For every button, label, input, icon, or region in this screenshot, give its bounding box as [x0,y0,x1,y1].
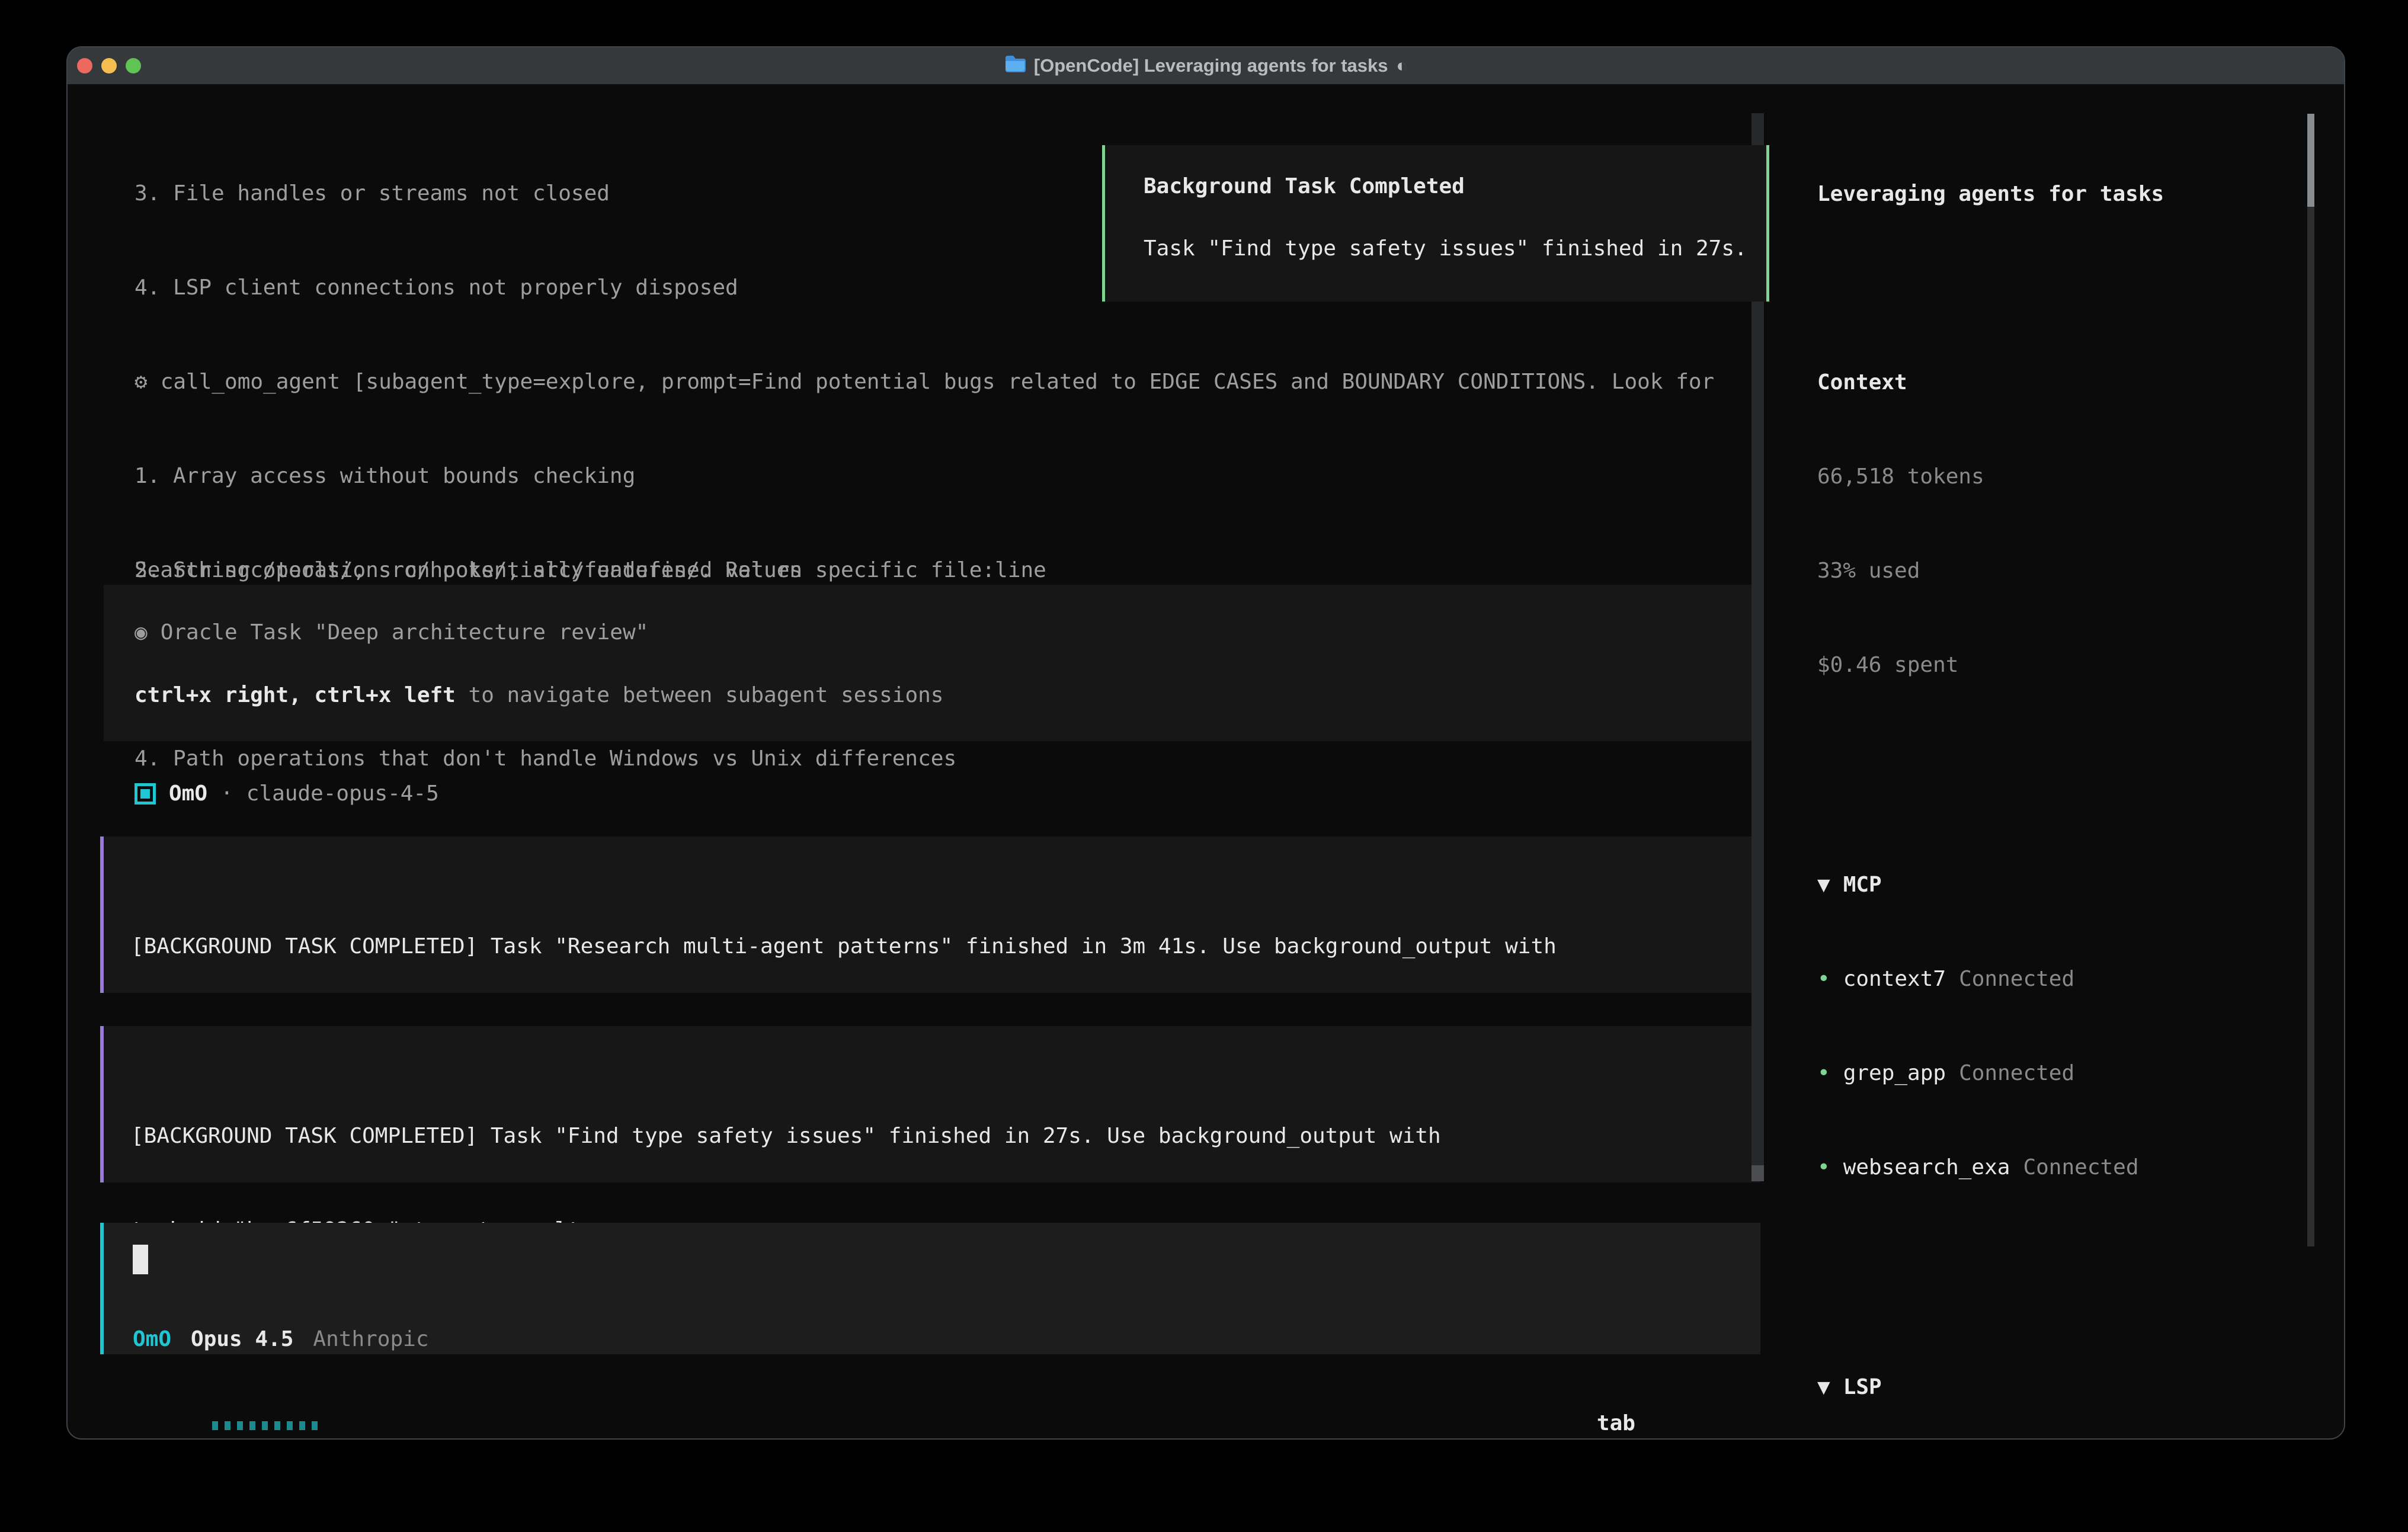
agent-header: OmO · claude-opus-4-5 [135,778,439,809]
agent-name: OmO [169,778,207,809]
context-heading: Context [1817,370,1907,395]
oracle-task-box: ◉Oracle Task "Deep architecture review" … [104,585,1760,741]
separator-dot: · [220,778,233,809]
task-message-line: [BACKGROUND TASK COMPLETED] Task "Resear… [131,931,1557,962]
sidebar-scrollbar-thumb[interactable] [2307,114,2314,207]
title-bar: [OpenCode] Leveraging agents for tasks ◐ [68,47,2344,85]
mcp-item: •websearch_exaConnected [1817,1152,2292,1183]
context-used: 33% used [1817,559,1920,583]
gear-icon: ⚙ [135,370,148,394]
lsp-section-header[interactable]: ▼LSP [1817,1371,2292,1403]
chat-area: 3. File handles or streams not closed 4.… [68,85,1785,1437]
close-button[interactable] [77,58,92,73]
spinner-icon [212,1410,318,1440]
collapse-triangle-icon: ▼ [1817,1375,1830,1399]
status-bar: esc interrupt tab switch agent ctrl+p co… [110,1376,1764,1408]
maximize-button[interactable] [126,58,141,73]
input-provider: Anthropic [313,1323,428,1355]
agent-checkbox-icon [135,783,156,805]
background-task-card: [BACKGROUND TASK COMPLETED] Task "Find t… [100,1026,1760,1182]
session-title: Leveraging agents for tasks [1817,182,2164,206]
tool-call-line: 4. Path operations that don't handle Win… [135,743,1714,774]
main-scrollbar-thumb[interactable] [1751,1165,1764,1181]
tool-call-line: call_omo_agent [subagent_type=explore, p… [161,370,1715,394]
mcp-section-header[interactable]: ▼MCP [1817,869,2292,900]
input-agent-name: OmO [133,1323,171,1355]
record-icon: ◉ [135,620,148,645]
bullet-icon: • [1817,1061,1830,1085]
sidebar: Leveraging agents for tasks Context 66,5… [1785,85,2342,1437]
mcp-item: •grep_appConnected [1817,1057,2292,1089]
collapse-triangle-icon: ▼ [1817,873,1830,897]
folder-icon [1004,55,1026,77]
tool-call-line: 2. String operations on potentially unde… [135,555,1714,586]
log-line: 4. LSP client connections not properly d… [135,272,1046,303]
notification-title: Background Task Completed [1144,171,1465,202]
bullet-icon: • [1817,1155,1830,1180]
log-line: 3. File handles or streams not closed [135,178,1046,209]
mcp-item: •context7Connected [1817,963,2292,995]
bullet-icon: • [1817,967,1830,991]
context-tokens: 66,518 tokens [1817,464,1984,489]
task-message-line: [BACKGROUND TASK COMPLETED] Task "Find t… [131,1120,1441,1152]
background-task-card: [BACKGROUND TASK COMPLETED] Task "Resear… [100,836,1760,993]
shortcut-description: to navigate between subagent sessions [456,683,944,707]
prompt-input[interactable]: OmO Opus 4.5 Anthropic [100,1223,1760,1354]
notification-body: Task "Find type safety issues" finished … [1144,233,1747,264]
shortcut-keys: ctrl+x right, ctrl+x left [135,683,456,707]
minimize-button[interactable] [101,58,117,73]
app-window: [OpenCode] Leveraging agents for tasks ◐… [66,46,2345,1440]
oracle-task-title: Oracle Task "Deep architecture review" [161,620,649,645]
tab-key-hint: tab [1597,1411,1635,1435]
toast-notification: Background Task Completed Task "Find typ… [1102,145,1769,302]
tool-call-line: 1. Array access without bounds checking [135,460,1714,492]
half-circle-icon: ◐ [1397,55,1408,76]
agent-model: claude-opus-4-5 [246,778,439,809]
sidebar-scrollbar-track[interactable] [2307,207,2314,1246]
input-model: Opus 4.5 [191,1323,293,1355]
context-spent: $0.46 spent [1817,653,1958,677]
window-title: [OpenCode] Leveraging agents for tasks [1034,55,1388,76]
traffic-lights [77,47,141,84]
text-cursor [133,1245,148,1274]
